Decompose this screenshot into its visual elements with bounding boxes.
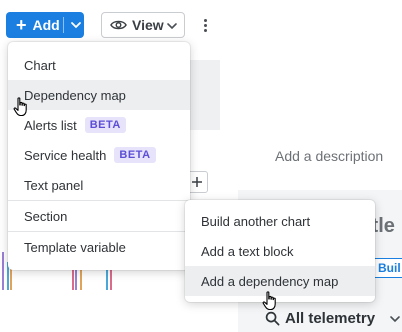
search-icon — [265, 311, 280, 326]
menu-item-label: Text panel — [24, 177, 84, 193]
menu-item-alerts-list[interactable]: Alerts list BETA — [8, 110, 190, 140]
menu-item-service-health[interactable]: Service health BETA — [8, 140, 190, 170]
menu-item-label: Build another chart — [201, 213, 311, 229]
menu-item-chart[interactable]: Chart — [8, 50, 190, 80]
view-button-label: View — [132, 17, 164, 33]
add-menu: Chart Dependency map Alerts list BETA Se… — [8, 42, 190, 270]
menu-item-section[interactable]: Section — [8, 201, 190, 231]
telemetry-filter[interactable]: All telemetry — [265, 310, 401, 327]
menu-item-label: Add a text block — [201, 243, 294, 259]
chevron-down-icon — [166, 19, 178, 35]
more-options-icon[interactable] — [199, 14, 211, 36]
add-button[interactable]: + Add — [6, 12, 84, 38]
background-panel — [190, 60, 220, 130]
beta-badge: BETA — [114, 147, 156, 163]
hand-cursor-icon — [262, 291, 276, 311]
menu-item-label: Dependency map — [24, 87, 126, 103]
menu-item-add-dependency-map[interactable]: Add a dependency map — [185, 266, 375, 296]
panel-add-menu: Build another chart Add a text block Add… — [185, 200, 375, 302]
chart-bar — [2, 252, 4, 290]
menu-item-label: Chart — [24, 57, 56, 73]
menu-item-label: Add a dependency map — [201, 273, 339, 289]
telemetry-filter-label: All telemetry — [285, 310, 376, 327]
menu-item-text-panel[interactable]: Text panel — [8, 170, 190, 200]
hand-cursor-icon — [13, 97, 27, 117]
menu-item-build-another-chart[interactable]: Build another chart — [185, 206, 375, 236]
chevron-down-icon — [389, 313, 401, 325]
add-button-label: Add — [32, 17, 60, 33]
eye-icon — [110, 19, 127, 31]
beta-badge: BETA — [84, 117, 126, 133]
description-placeholder[interactable]: Add a description — [275, 148, 383, 164]
menu-item-label: Section — [24, 208, 68, 224]
menu-item-label: Service health — [24, 147, 107, 163]
menu-item-label: Alerts list — [24, 117, 77, 133]
chart-bar — [75, 268, 77, 290]
menu-item-add-text-block[interactable]: Add a text block — [185, 236, 375, 266]
menu-item-template-variable[interactable]: Template variable — [8, 232, 190, 262]
build-tab[interactable]: Buil — [372, 258, 402, 278]
chevron-down-icon[interactable] — [69, 18, 83, 35]
menu-item-dependency-map[interactable]: Dependency map — [8, 80, 190, 110]
plus-icon — [192, 177, 202, 187]
plus-icon: + — [16, 15, 27, 35]
add-button-divider — [63, 17, 64, 33]
menu-item-label: Template variable — [24, 239, 126, 255]
view-button[interactable]: View — [101, 12, 185, 38]
